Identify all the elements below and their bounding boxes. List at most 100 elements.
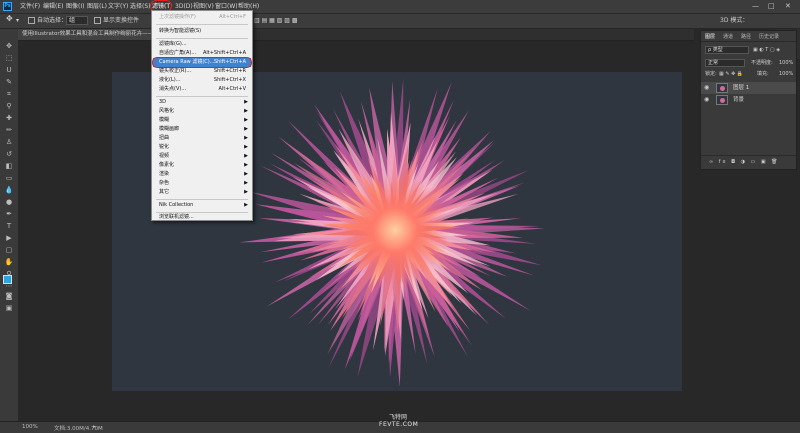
opacity-value[interactable]: 100% xyxy=(779,59,793,67)
healing-tool-icon[interactable]: ✚ xyxy=(4,113,14,123)
minimize-icon[interactable]: — xyxy=(752,2,759,11)
menu-item-video[interactable]: 视频 ▶ xyxy=(153,152,251,161)
menu-item-camera-raw[interactable]: Camera Raw 滤镜(C)... Shift+Ctrl+A xyxy=(152,57,252,68)
layer-row-background[interactable]: ◉ 背景 xyxy=(701,94,796,106)
submenu-arrow-icon: ▶ xyxy=(244,162,248,168)
document-tab[interactable]: 使用Illustrator效果工具和混合工具制作绚丽花卉——AI... xyxy=(18,29,168,40)
menu-select[interactable]: 选择(S) xyxy=(130,2,151,11)
auto-select-label: 自动选择： xyxy=(37,17,68,24)
menu-image[interactable]: 图像(I) xyxy=(66,2,84,11)
submenu-arrow-icon: ▶ xyxy=(244,117,248,123)
submenu-arrow-icon: ▶ xyxy=(244,153,248,159)
visibility-eye-icon[interactable]: ◉ xyxy=(704,82,709,94)
layer-thumbnail xyxy=(716,83,728,93)
menu-item-blur-gallery[interactable]: 模糊画廊 ▶ xyxy=(153,125,251,134)
menu-item-distort[interactable]: 扭曲 ▶ xyxy=(153,134,251,143)
menu-item-lens-correction[interactable]: 镜头校正(R)... Shift+Ctrl+R xyxy=(153,67,251,76)
submenu-arrow-icon: ▶ xyxy=(244,99,248,105)
hand-tool-icon[interactable]: ✋ xyxy=(4,257,14,267)
layer-row-1[interactable]: ◉ 图层 1 xyxy=(701,82,796,94)
quick-select-tool-icon[interactable]: ✎ xyxy=(4,77,14,87)
fill-label: 填充: xyxy=(757,71,769,77)
lasso-tool-icon[interactable]: ᑌ xyxy=(4,65,14,75)
menu-item-sharpen[interactable]: 锐化 ▶ xyxy=(153,143,251,152)
tab-channels[interactable]: 通道 xyxy=(723,33,733,40)
blend-mode-dropdown[interactable]: 正常 xyxy=(705,59,745,67)
move-tool-icon[interactable]: ✥ xyxy=(4,41,14,51)
dodge-tool-icon[interactable]: ● xyxy=(4,197,14,207)
shape-tool-icon[interactable]: ▢ xyxy=(4,245,14,255)
lock-icons[interactable]: ▦ ✎ ✥ 🔒 xyxy=(719,70,743,78)
submenu-arrow-icon: ▶ xyxy=(244,135,248,141)
menu-item-convert-smart-filter[interactable]: 转换为智能滤镜(S) xyxy=(153,27,251,36)
menu-item-blur[interactable]: 模糊 ▶ xyxy=(153,116,251,125)
layer-filter-icons[interactable]: ▣ ◐ T ▢ ◈ xyxy=(753,46,780,54)
menu-type[interactable]: 文字(Y) xyxy=(108,2,128,11)
restore-icon[interactable]: □ xyxy=(768,2,775,11)
submenu-arrow-icon: ▶ xyxy=(244,180,248,186)
layer-thumbnail xyxy=(716,95,728,105)
zoom-level[interactable]: 100% xyxy=(22,424,38,430)
quick-mask-icon[interactable]: ◙ xyxy=(4,291,14,301)
stamp-tool-icon[interactable]: ♙ xyxy=(4,137,14,147)
history-brush-tool-icon[interactable]: ↺ xyxy=(4,149,14,159)
tools-panel: ✥ ⬚ ᑌ ✎ ⌗ ⚲ ✚ ✏ ♙ ↺ ◧ ▭ 💧 ● ✒ T ▶ ▢ ✋ ⚲ … xyxy=(0,29,19,421)
tab-history[interactable]: 历史记录 xyxy=(759,33,779,40)
menu-item-render[interactable]: 渲染 ▶ xyxy=(153,170,251,179)
menu-item-stylize[interactable]: 风格化 ▶ xyxy=(153,107,251,116)
menu-item-pixelate[interactable]: 像素化 ▶ xyxy=(153,161,251,170)
menu-item-browse-online[interactable]: 浏览联机滤镜... xyxy=(153,213,251,222)
screen-mode-icon[interactable]: ▣ xyxy=(4,303,14,313)
layers-panel: 图层 通道 路径 历史记录 ρ 类型 ▣ ◐ T ▢ ◈ 正常 不透明度: 10… xyxy=(700,30,797,170)
close-icon[interactable]: ✕ xyxy=(785,2,791,11)
pen-tool-icon[interactable]: ✒ xyxy=(4,209,14,219)
menu-item-other[interactable]: 其它 ▶ xyxy=(153,188,251,197)
menu-item-vanishing-point[interactable]: 消失点(V)... Alt+Ctrl+V xyxy=(153,85,251,94)
type-tool-icon[interactable]: T xyxy=(4,221,14,231)
document-tab-bar: 使用Illustrator效果工具和混合工具制作绚丽花卉——AI... xyxy=(18,29,694,41)
move-tool-icon[interactable]: ✥ xyxy=(6,15,13,23)
eraser-tool-icon[interactable]: ◧ xyxy=(4,161,14,171)
fill-value[interactable]: 100% xyxy=(779,70,793,78)
menu-bar: Ps 文件(F) 编辑(E) 图像(I) 图层(L) 文字(Y) 选择(S) 滤… xyxy=(0,0,800,14)
tool-preset-chevron-icon[interactable]: ▾ xyxy=(16,17,19,25)
menu-file[interactable]: 文件(F) xyxy=(20,2,40,11)
menu-item-3d[interactable]: 3D ▶ xyxy=(153,98,251,107)
menu-item-noise[interactable]: 杂色 ▶ xyxy=(153,179,251,188)
show-transform-checkbox[interactable]: 显示变换控件 xyxy=(94,17,139,25)
gradient-tool-icon[interactable]: ▭ xyxy=(4,173,14,183)
layer-filter-dropdown[interactable]: ρ 类型 xyxy=(705,46,749,54)
submenu-arrow-icon: ▶ xyxy=(244,108,248,114)
layer-name: 图层 1 xyxy=(733,85,750,91)
photoshop-logo-icon: Ps xyxy=(3,2,12,11)
submenu-arrow-icon: ▶ xyxy=(244,171,248,177)
opacity-label: 不透明度: xyxy=(751,60,773,66)
menu-edit[interactable]: 编辑(E) xyxy=(43,2,63,11)
watermark-cn: 飞特网 xyxy=(389,414,408,421)
auto-select-target-dropdown[interactable]: 组 xyxy=(66,16,88,25)
3d-mode-label: 3D 模式： xyxy=(720,17,749,24)
visibility-eye-icon[interactable]: ◉ xyxy=(704,94,709,106)
status-arrow-icon[interactable]: ▸ xyxy=(93,424,96,430)
blur-tool-icon[interactable]: 💧 xyxy=(4,185,14,195)
auto-select-checkbox[interactable]: 自动选择： xyxy=(28,17,67,25)
crop-tool-icon[interactable]: ⌗ xyxy=(4,89,14,99)
tab-paths[interactable]: 路径 xyxy=(741,33,751,40)
menu-item-nik-collection[interactable]: Nik Collection ▶ xyxy=(153,201,251,210)
menu-item-liquify[interactable]: 液化(L)... Shift+Ctrl+X xyxy=(153,76,251,85)
lock-label: 锁定: xyxy=(705,71,717,77)
menu-item-filter-gallery[interactable]: 滤镜库(G)... xyxy=(153,40,251,49)
marquee-tool-icon[interactable]: ⬚ xyxy=(4,53,14,63)
tab-layers[interactable]: 图层 xyxy=(705,33,715,40)
options-bar: ✥ ▾ 自动选择： 组 显示变换控件 ▥ ▤ ▦ ▧ ▨ ▩ 3D 模式： xyxy=(0,14,800,29)
show-transform-label: 显示变换控件 xyxy=(103,17,140,24)
eyedropper-tool-icon[interactable]: ⚲ xyxy=(4,101,14,111)
submenu-arrow-icon: ▶ xyxy=(244,202,248,208)
submenu-arrow-icon: ▶ xyxy=(244,126,248,132)
layers-footer-icons[interactable]: ∞ fx ◘ ◑ ▭ ▣ 🗑 xyxy=(709,158,780,166)
align-icons[interactable]: ▥ ▤ ▦ ▧ ▨ ▩ xyxy=(254,17,298,25)
path-select-tool-icon[interactable]: ▶ xyxy=(4,233,14,243)
brush-tool-icon[interactable]: ✏ xyxy=(4,125,14,135)
foreground-color-swatch[interactable] xyxy=(3,275,12,284)
menu-layer[interactable]: 图层(L) xyxy=(87,2,107,11)
